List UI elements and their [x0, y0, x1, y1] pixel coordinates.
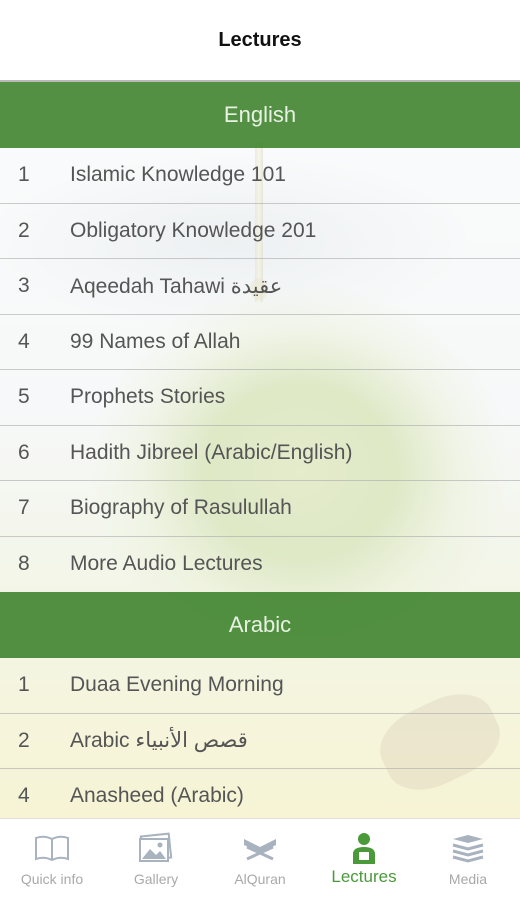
item-number: 8 [18, 552, 30, 576]
list-item[interactable]: 8 More Audio Lectures [0, 536, 520, 592]
item-number: 3 [18, 274, 30, 298]
quran-stand-icon [240, 831, 280, 865]
list-item[interactable]: 2 Arabic قصص الأنبياء [0, 713, 520, 769]
tab-lectures[interactable]: Lectures [312, 819, 416, 900]
tab-gallery[interactable]: Gallery [104, 819, 208, 900]
item-title: Prophets Stories [70, 385, 226, 409]
tab-media[interactable]: Media [416, 819, 520, 900]
page-title: Lectures [218, 28, 302, 51]
section-header-english: English [0, 82, 520, 148]
item-title: More Audio Lectures [70, 552, 263, 576]
media-stack-icon [448, 831, 488, 865]
tab-label: AlQuran [234, 871, 286, 887]
item-number: 5 [18, 385, 30, 409]
item-number: 6 [18, 440, 30, 464]
list-item[interactable]: 4 99 Names of Allah [0, 314, 520, 370]
item-title: Islamic Knowledge 101 [70, 163, 286, 187]
section-header-arabic: Arabic [0, 592, 520, 658]
tab-label: Quick info [20, 871, 84, 887]
item-title: Aqeedah Tahawi عقيدة [70, 274, 283, 298]
tab-quick-info[interactable]: Quick info [0, 819, 104, 900]
item-number: 1 [18, 673, 30, 697]
lecturer-icon [344, 831, 384, 865]
list-item[interactable]: 3 Aqeedah Tahawi عقيدة [0, 259, 520, 315]
tab-label: Lectures [331, 867, 397, 886]
item-title: Duaa Evening Morning [70, 673, 284, 697]
section-title: Arabic [228, 612, 292, 637]
item-number: 2 [18, 218, 30, 242]
list-item[interactable]: 4 Anasheed (Arabic) [0, 769, 520, 818]
item-title: Anasheed (Arabic) [70, 784, 244, 808]
item-title: 99 Names of Allah [70, 329, 241, 353]
item-title: Biography of Rasulullah [70, 496, 292, 520]
item-title: Arabic قصص الأنبياء [70, 729, 248, 753]
lectures-list[interactable]: English 1 Islamic Knowledge 101 2 Obligato… [0, 82, 520, 818]
list-item[interactable]: 7 Biography of Rasulullah [0, 481, 520, 537]
tab-label: Media [448, 871, 488, 887]
gallery-icon [136, 831, 176, 865]
item-title: Hadith Jibreel (Arabic/English) [70, 440, 353, 464]
bottom-tab-bar: Quick info Gallery AlQuran Lectures Medi… [0, 818, 520, 900]
section-title: English [223, 102, 297, 127]
book-icon [32, 831, 72, 865]
item-number: 4 [18, 329, 30, 353]
tab-label: Gallery [133, 871, 179, 887]
app-header: Lectures [0, 0, 520, 82]
item-number: 1 [18, 163, 30, 187]
item-number: 4 [18, 784, 30, 808]
list-item[interactable]: 6 Hadith Jibreel (Arabic/English) [0, 425, 520, 481]
list-item[interactable]: 1 Islamic Knowledge 101 [0, 148, 520, 204]
list-item[interactable]: 1 Duaa Evening Morning [0, 658, 520, 714]
tab-alquran[interactable]: AlQuran [208, 819, 312, 900]
list-item[interactable]: 5 Prophets Stories [0, 370, 520, 426]
item-number: 2 [18, 728, 30, 752]
item-title: Obligatory Knowledge 201 [70, 218, 317, 242]
list-item[interactable]: 2 Obligatory Knowledge 201 [0, 203, 520, 259]
item-number: 7 [18, 496, 30, 520]
